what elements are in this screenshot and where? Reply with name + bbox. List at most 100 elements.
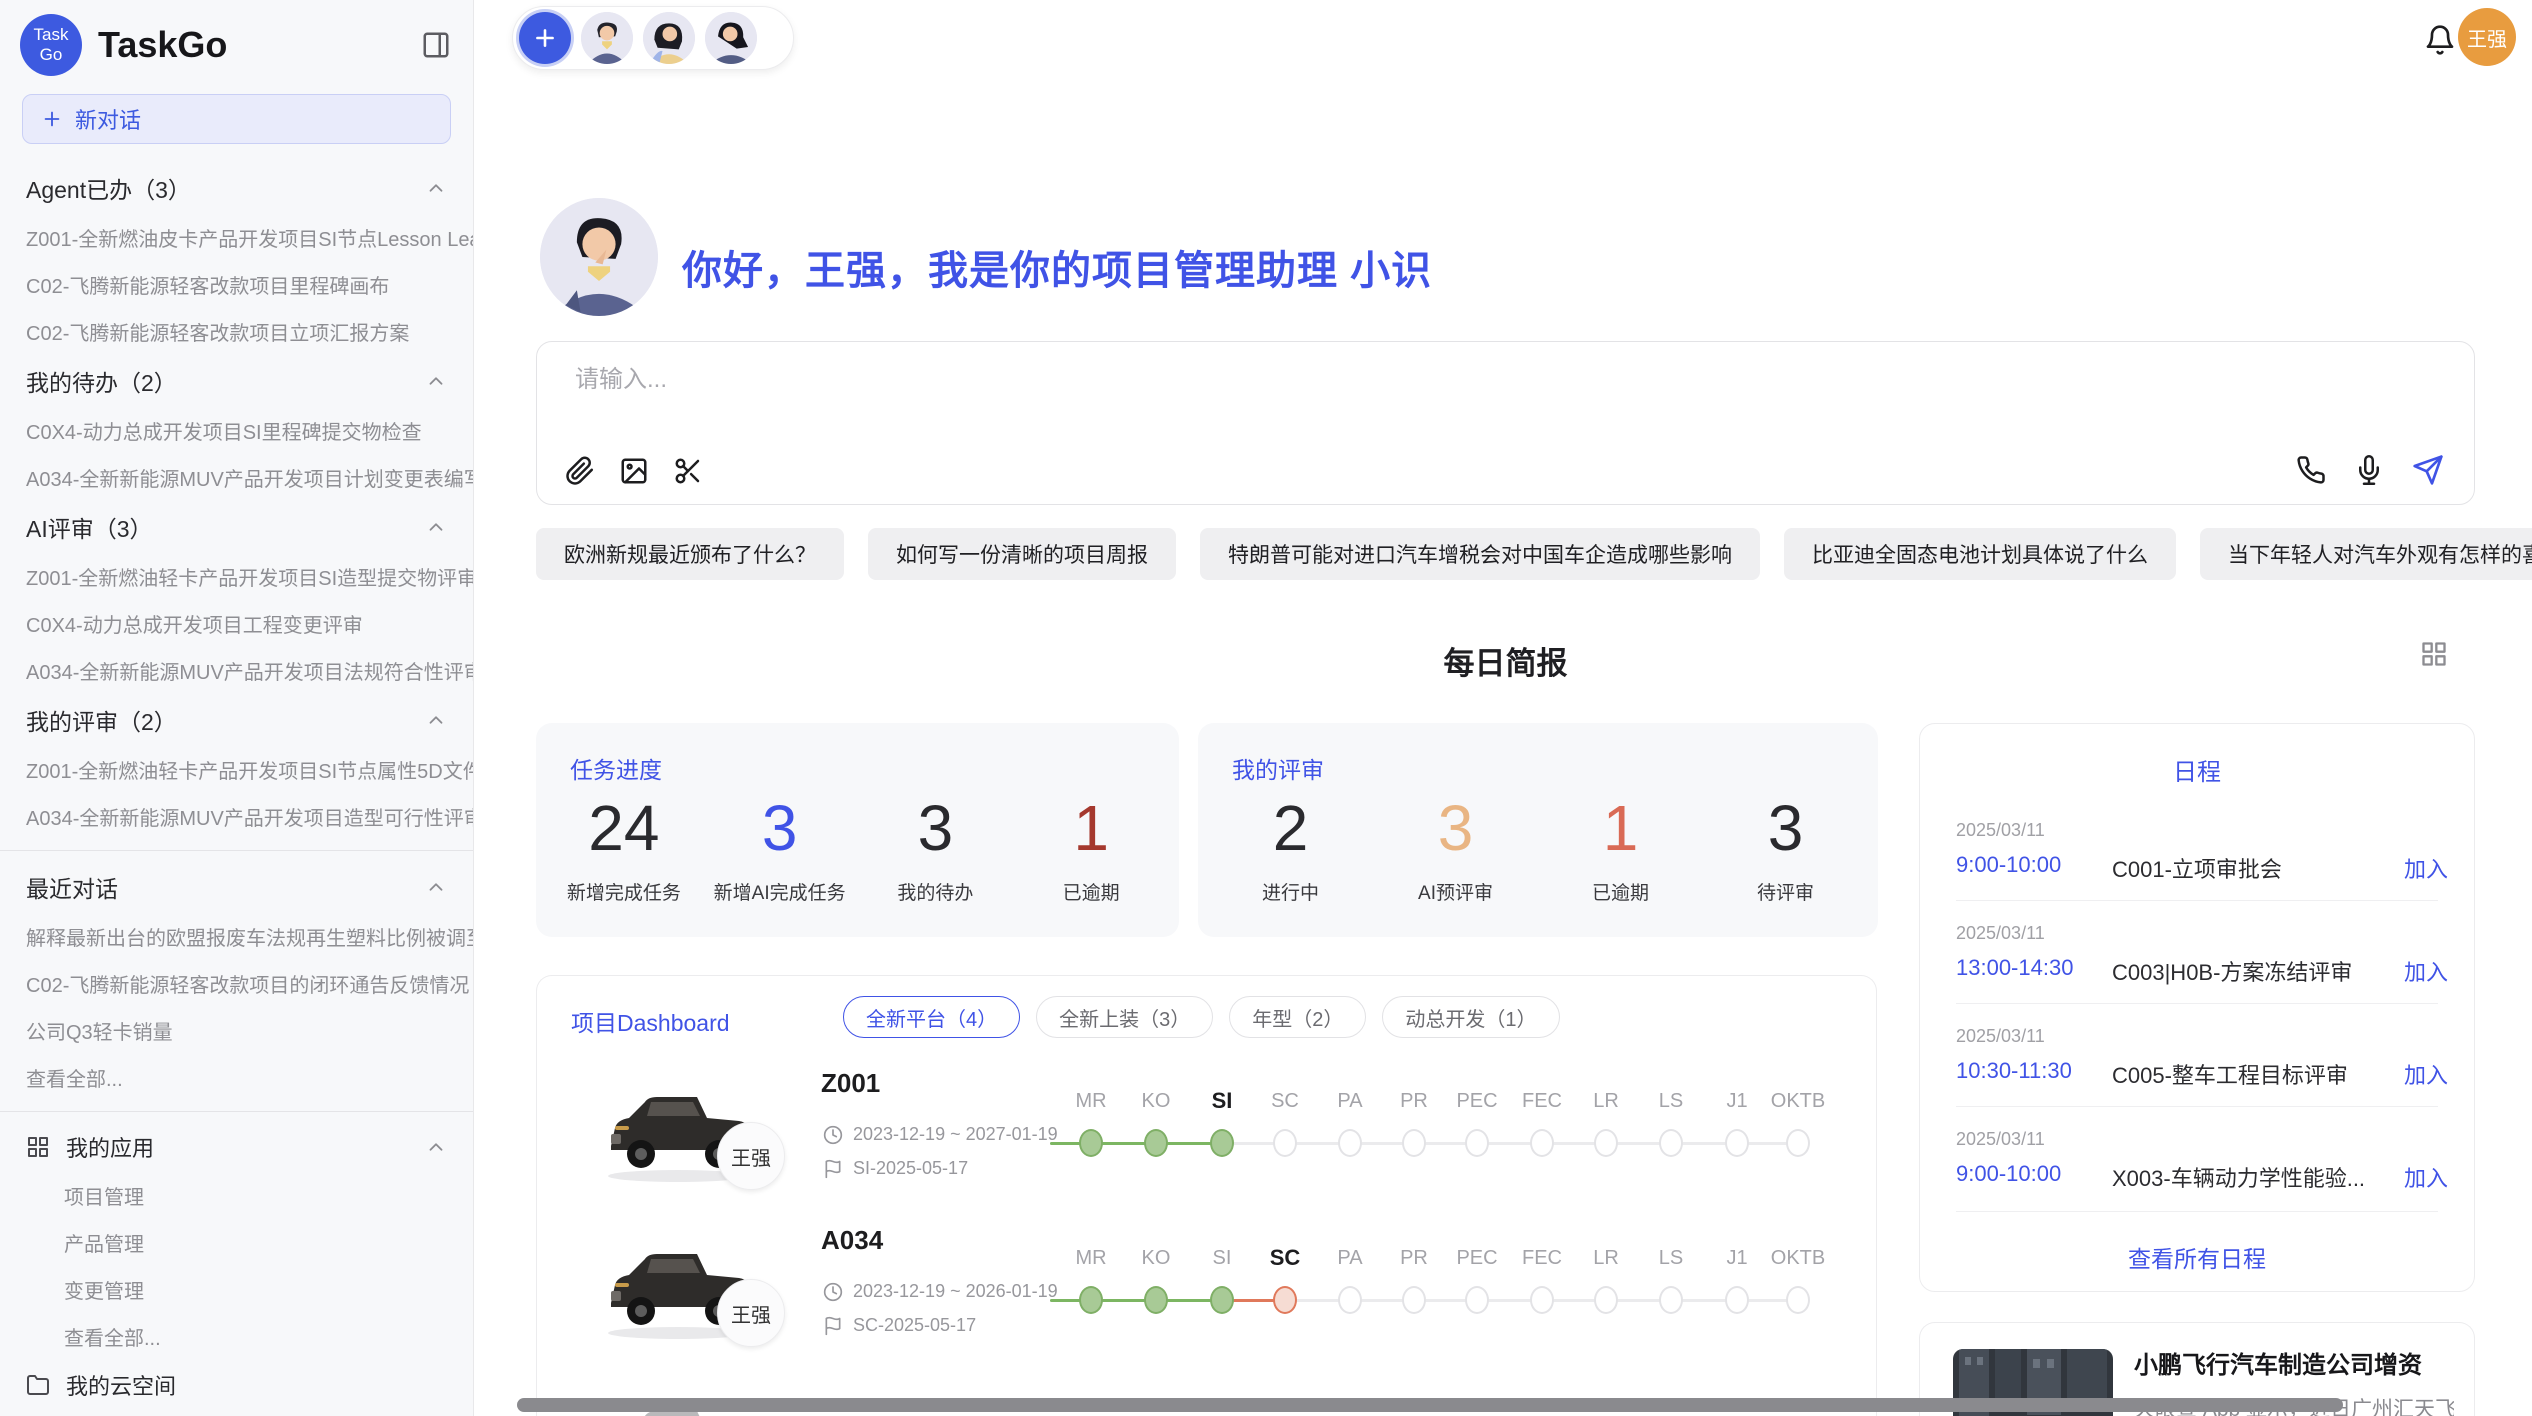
notification-bell-icon[interactable] (2424, 24, 2456, 56)
divider (0, 1111, 473, 1112)
milestone-node (1530, 1129, 1554, 1157)
milestone-node-done (1079, 1129, 1103, 1157)
section-label: 最近对话 (26, 870, 118, 904)
chevron-up-icon[interactable] (425, 876, 447, 898)
filter-chip[interactable]: 动总开发（1） (1382, 996, 1559, 1038)
user-avatar[interactable]: 王强 (2458, 8, 2516, 66)
project-dashboard-card: 项目Dashboard 全新平台（4） 全新上装（3） 年型（2） 动总开发（1… (536, 975, 1877, 1416)
sidebar-item-cloud[interactable]: 我的云空间 (0, 1360, 473, 1410)
section-label: Agent已办（3） (26, 171, 191, 205)
stat-value: 2 (1208, 795, 1373, 862)
view-all-schedule-link[interactable]: 查看所有日程 (1920, 1240, 2474, 1274)
phone-icon[interactable] (2296, 455, 2326, 485)
new-chat-button[interactable]: 新对话 (22, 94, 451, 144)
stat-value: 3 (702, 795, 858, 862)
milestone-progress (1050, 1299, 1222, 1302)
schedule-title: 日程 (1920, 752, 2474, 787)
sidebar-item-favorites[interactable]: 我的收藏 (0, 1410, 473, 1416)
greeting-title: 你好，王强，我是你的项目管理助理 小识 (682, 238, 1432, 296)
list-item[interactable]: A034-全新新能源MUV产品开发项目造型可行性评审 (0, 793, 473, 840)
suggestion-chip[interactable]: 当下年轻人对汽车外观有怎样的喜好趋势 (2200, 528, 2532, 580)
new-session-button[interactable] (519, 12, 571, 64)
stat: 3待评审 (1703, 795, 1868, 905)
section-label: 我的待办（2） (26, 364, 177, 398)
milestone-node-done (1144, 1129, 1168, 1157)
chevron-up-icon[interactable] (425, 1136, 447, 1158)
list-item[interactable]: C02-飞腾新能源轻客改款项目里程碑画布 (0, 261, 473, 308)
section-ai-review[interactable]: AI评审（3） (0, 501, 473, 553)
filter-chip[interactable]: 年型（2） (1229, 996, 1366, 1038)
chat-input-card (536, 341, 2475, 505)
avatar[interactable] (643, 12, 695, 64)
stat-value: 3 (1703, 795, 1868, 862)
clock-icon (823, 1125, 843, 1145)
milestone-node (1786, 1129, 1810, 1157)
section-my-apps[interactable]: 我的应用 (0, 1122, 473, 1172)
milestone-node (1530, 1286, 1554, 1314)
list-item[interactable]: 公司Q3轻卡销量 (0, 1007, 473, 1054)
join-link[interactable]: 加入 (2404, 852, 2448, 884)
avatar[interactable] (581, 12, 633, 64)
stat-value: 3 (1373, 795, 1538, 862)
list-item[interactable]: 解释最新出台的欧盟报废车法规再生塑料比例被调至15%... (0, 913, 473, 960)
image-icon[interactable] (619, 456, 649, 486)
list-item[interactable]: C02-飞腾新能源轻客改款项目的闭环通告反馈情况 (0, 960, 473, 1007)
project-dates: 2023-12-19 ~ 2026-01-19 (823, 1281, 1058, 1302)
suggestion-chip[interactable]: 如何写一份清晰的项目周报 (868, 528, 1176, 580)
milestone-node (1594, 1129, 1618, 1157)
paperclip-icon[interactable] (565, 456, 595, 486)
app-item[interactable]: 产品管理 (0, 1219, 473, 1266)
avatar[interactable] (705, 12, 757, 64)
suggestion-chip[interactable]: 欧洲新规最近颁布了什么？ (536, 528, 844, 580)
section-label: 我的评审（2） (26, 703, 177, 737)
milestone-node (1786, 1286, 1810, 1314)
microphone-icon[interactable] (2354, 455, 2384, 485)
project-dates: 2023-12-19 ~ 2027-01-19 (823, 1124, 1058, 1145)
flag-icon (823, 1316, 843, 1336)
chevron-up-icon[interactable] (425, 177, 447, 199)
chevron-up-icon[interactable] (425, 709, 447, 731)
filter-chip[interactable]: 全新上装（3） (1036, 996, 1213, 1038)
milestone-node-done (1144, 1286, 1168, 1314)
project-code: Z001 (821, 1068, 880, 1099)
join-link[interactable]: 加入 (2404, 1161, 2448, 1193)
event-name: C001-立项审批会 (2112, 852, 2282, 884)
project-next-milestone: SC-2025-05-17 (823, 1315, 976, 1336)
chevron-up-icon[interactable] (425, 370, 447, 392)
clock-icon (823, 1282, 843, 1302)
filter-chip[interactable]: 全新平台（4） (843, 996, 1020, 1038)
app-item[interactable]: 项目管理 (0, 1172, 473, 1219)
scissors-icon[interactable] (673, 456, 703, 486)
section-my-review[interactable]: 我的评审（2） (0, 694, 473, 746)
layout-grid-icon[interactable] (2420, 640, 2448, 668)
suggestion-chip[interactable]: 特朗普可能对进口汽车增税会对中国车企造成哪些影响 (1200, 528, 1760, 580)
app-item[interactable]: 变更管理 (0, 1266, 473, 1313)
section-my-todo[interactable]: 我的待办（2） (0, 355, 473, 407)
list-item[interactable]: C02-飞腾新能源轻客改款项目立项汇报方案 (0, 308, 473, 355)
list-item[interactable]: C0X4-动力总成开发项目SI里程碑提交物检查 (0, 407, 473, 454)
list-item[interactable]: A034-全新新能源MUV产品开发项目法规符合性评审 (0, 647, 473, 694)
view-all-apps[interactable]: 查看全部... (0, 1313, 473, 1360)
join-link[interactable]: 加入 (2404, 1058, 2448, 1090)
list-item[interactable]: Z001-全新燃油轻卡产品开发项目SI造型提交物评审 (0, 553, 473, 600)
suggestion-chip[interactable]: 比亚迪全固态电池计划具体说了什么 (1784, 528, 2176, 580)
chat-input[interactable] (575, 366, 2275, 394)
owner-badge: 王强 (717, 1122, 785, 1190)
list-item[interactable]: A034-全新新能源MUV产品开发项目计划变更表编写 (0, 454, 473, 501)
event-name: C005-整车工程目标评审 (2112, 1058, 2348, 1090)
owner-badge: 王强 (717, 1279, 785, 1347)
send-icon[interactable] (2412, 454, 2444, 486)
list-item[interactable]: Z001-全新燃油轻卡产品开发项目SI节点属性5D文件评审 (0, 746, 473, 793)
section-agent-done[interactable]: Agent已办（3） (0, 162, 473, 214)
sidebar-toggle-icon[interactable] (421, 30, 451, 60)
list-item[interactable]: C0X4-动力总成开发项目工程变更评审 (0, 600, 473, 647)
my-review-card: 我的评审 2进行中 3AI预评审 1已逾期 3待评审 (1198, 723, 1878, 937)
plus-icon (532, 25, 558, 51)
section-recent-chats[interactable]: 最近对话 (0, 861, 473, 913)
join-link[interactable]: 加入 (2404, 955, 2448, 987)
list-item[interactable]: Z001-全新燃油皮卡产品开发项目SI节点Lesson Learn报告 (0, 214, 473, 261)
sidebar-item-label: 我的云空间 (66, 1369, 176, 1401)
chevron-up-icon[interactable] (425, 516, 447, 538)
horizontal-scrollbar[interactable] (517, 1398, 2343, 1412)
view-all-chats[interactable]: 查看全部... (0, 1054, 473, 1101)
